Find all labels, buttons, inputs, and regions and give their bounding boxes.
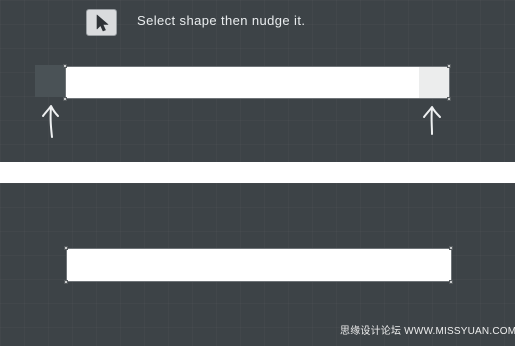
site-watermark: 思缘设计论坛 WWW.MISSYUAN.COM	[340, 326, 515, 337]
original-position-ghost-left	[35, 65, 66, 97]
hand-drawn-up-arrow-icon	[42, 105, 59, 138]
top-canvas-panel: Select shape then nudge it.	[0, 0, 515, 162]
instruction-text: Select shape then nudge it.	[137, 13, 306, 28]
selection-handle-top-right[interactable]	[449, 246, 453, 250]
selection-handle-bottom-right[interactable]	[447, 97, 451, 101]
selection-handle-top-left[interactable]	[64, 246, 68, 250]
hand-drawn-up-arrow-icon	[423, 106, 441, 135]
selection-handle-top-right[interactable]	[447, 64, 451, 68]
selection-arrow-icon	[96, 14, 109, 32]
selection-tool-button[interactable]	[86, 9, 117, 36]
shape-overlap-area	[419, 67, 449, 98]
selection-handle-bottom-right[interactable]	[449, 280, 453, 284]
nudged-rectangle-shape[interactable]	[65, 66, 450, 99]
selection-handle-top-left[interactable]	[63, 64, 67, 68]
selection-handle-bottom-left[interactable]	[63, 97, 67, 101]
selection-handle-bottom-left[interactable]	[64, 280, 68, 284]
rectangle-shape[interactable]	[66, 248, 452, 282]
